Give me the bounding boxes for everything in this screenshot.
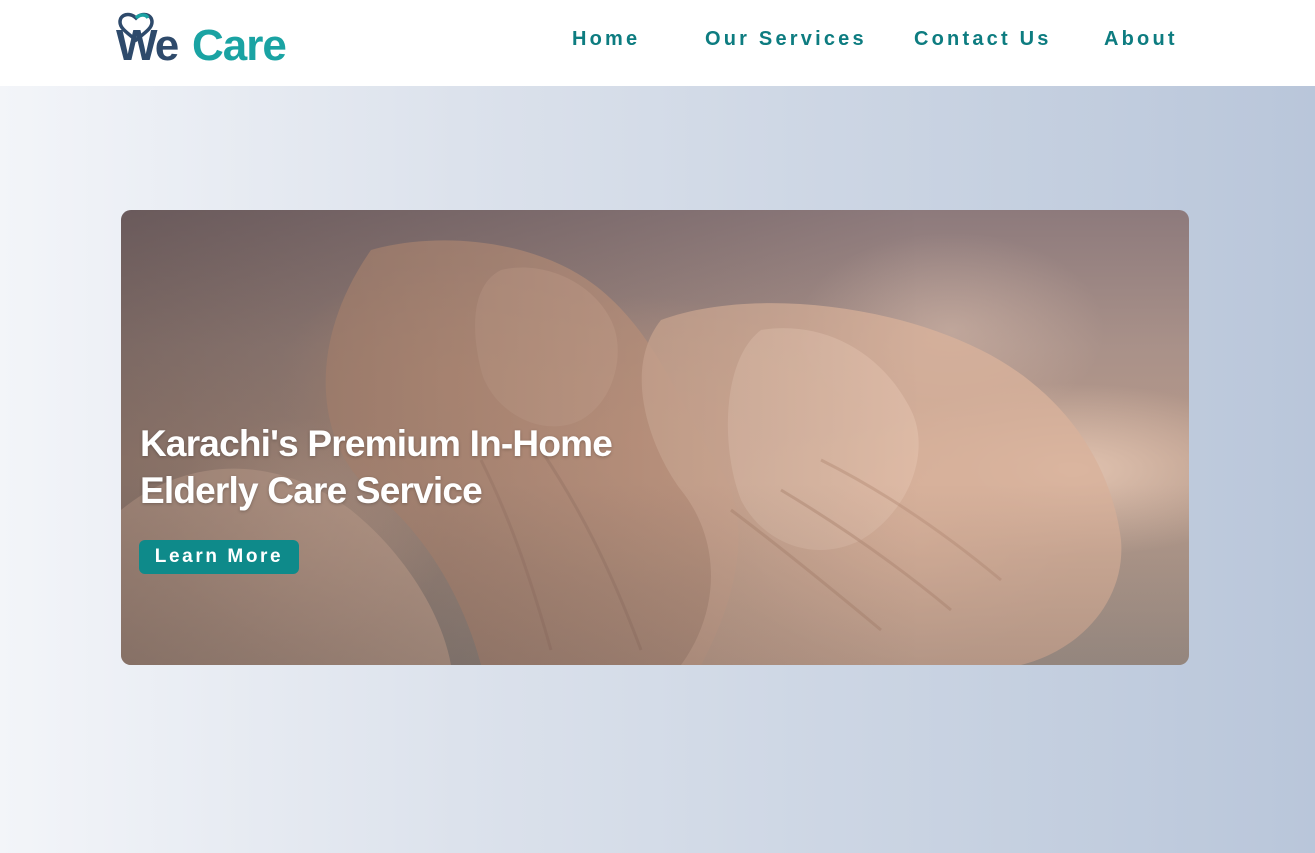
- nav-about[interactable]: About: [1104, 28, 1178, 54]
- learn-more-button[interactable]: Learn More: [139, 540, 299, 574]
- hero-title-line2: Elderly Care Service: [140, 470, 483, 511]
- logo-we-text: We: [116, 21, 178, 66]
- nav-home[interactable]: Home: [572, 28, 640, 54]
- hero-title-line1: Karachi's Premium In-Home: [140, 423, 613, 464]
- wecare-logo[interactable]: We Care: [114, 10, 294, 66]
- top-navbar: We Care Home Our Services Contact Us Abo…: [0, 0, 1315, 86]
- heart-logo-icon: We Care: [116, 12, 287, 66]
- nav-our-services[interactable]: Our Services: [705, 28, 867, 54]
- hero-title: Karachi's Premium In-Home Elderly Care S…: [140, 420, 620, 514]
- nav-contact-us[interactable]: Contact Us: [914, 28, 1052, 54]
- logo-care-text: Care: [192, 21, 286, 66]
